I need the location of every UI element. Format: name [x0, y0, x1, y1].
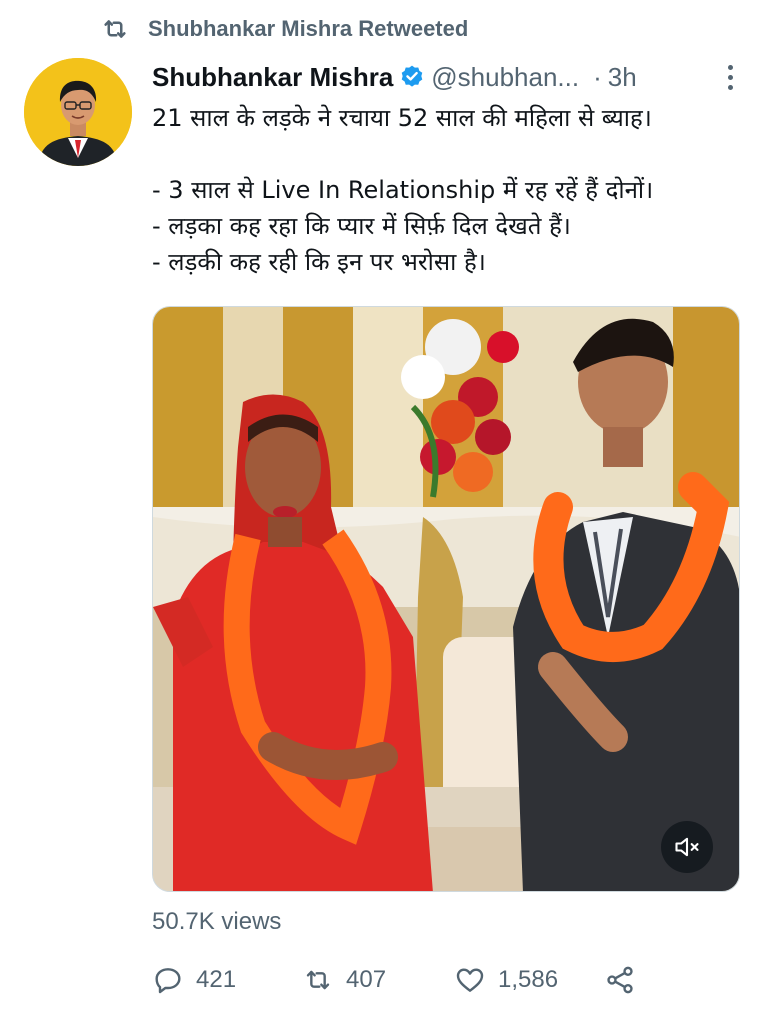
reply-icon	[155, 968, 181, 994]
avatar[interactable]	[24, 58, 132, 166]
share-button[interactable]	[604, 964, 636, 996]
tweet-header: Shubhankar Mishra @shubhan... · 3h	[152, 58, 742, 96]
tweet-text: 21 साल के लड़के ने रचाया 52 साल की महिला…	[152, 100, 752, 280]
reply-button[interactable]: 421	[152, 964, 302, 996]
mute-toggle-button[interactable]	[661, 821, 713, 873]
view-count: 50.7K views	[152, 908, 282, 935]
tweet-action-bar: 421 407 1,586	[152, 958, 752, 1002]
like-button[interactable]: 1,586	[454, 964, 604, 996]
retweeted-by-header[interactable]: Shubhankar Mishra Retweeted	[100, 12, 468, 46]
tweet-video[interactable]	[152, 306, 740, 892]
video-frame	[153, 307, 739, 891]
more-options-icon[interactable]	[718, 62, 742, 92]
muted-speaker-icon	[675, 837, 699, 857]
tweet-line-bullet-3: - लड़की कह रही कि इन पर भरोसा है।	[152, 248, 486, 276]
separator-dot: ·	[593, 61, 602, 92]
tweet-time[interactable]: 3h	[608, 62, 637, 93]
author-handle[interactable]: @shubhan...	[431, 62, 579, 93]
reply-count: 421	[196, 966, 237, 993]
retweet-count: 407	[346, 966, 387, 993]
retweeted-by-text: Shubhankar Mishra Retweeted	[148, 16, 469, 41]
retweet-icon	[100, 14, 130, 44]
like-count: 1,586	[498, 966, 559, 993]
share-icon	[607, 966, 633, 994]
verified-badge-icon	[399, 64, 425, 90]
retweet-icon	[306, 970, 330, 990]
heart-icon	[456, 968, 484, 992]
retweet-button[interactable]: 407	[302, 964, 454, 996]
tweet-line-bullet-2: - लड़का कह रहा कि प्यार में सिर्फ़ दिल द…	[152, 212, 571, 240]
tweet-line-headline: 21 साल के लड़के ने रचाया 52 साल की महिला…	[152, 104, 652, 132]
author-name[interactable]: Shubhankar Mishra	[152, 62, 393, 93]
tweet-line-bullet-1: - 3 साल से Live In Relationship में रह र…	[152, 176, 654, 204]
